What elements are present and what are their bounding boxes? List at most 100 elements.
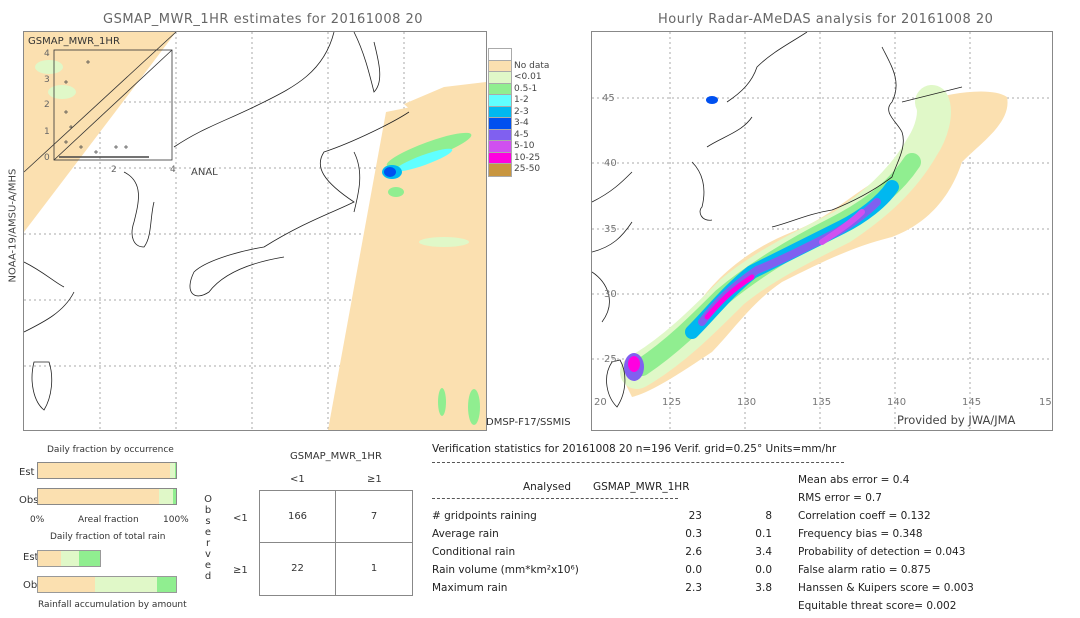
contingency-col-header-ge1: ≥1 (367, 474, 382, 485)
total-rain-title: Daily fraction of total rain (50, 532, 166, 542)
score-line: Equitable threat score= 0.002 (798, 600, 957, 612)
stats-row: Average rain 0.3 0.1 (432, 528, 772, 546)
stats-row-gsmap: 3.4 (755, 546, 772, 558)
side-label-char: b (204, 505, 212, 516)
rain-band-core (685, 180, 899, 339)
bar-segment (173, 489, 176, 504)
left-map-ylabel: NOAA-19/AMSU-A/MHS (7, 168, 19, 283)
contingency-side-label: Observed (203, 494, 213, 582)
lat-tick-40: 40 (604, 158, 617, 169)
left-map-panel: GSMAP_MWR_1HR 4 3 2 1 0 2 4 ANAL (23, 31, 487, 431)
lat-tick-25: 25 (604, 354, 617, 365)
inset-ytick-2: 2 (44, 100, 50, 110)
bar-segment (94, 577, 157, 592)
lat-tick-20: 20 (594, 397, 607, 408)
stats-row-analysed: 0.0 (685, 564, 702, 576)
legend-label: 1-2 (514, 95, 529, 105)
side-label-char: e (204, 527, 212, 538)
legend-label: 0.5-1 (514, 83, 538, 94)
lon-tick-150: 15 (1039, 397, 1052, 408)
occurrence-obs-bar (37, 488, 177, 505)
lon-tick-145: 145 (962, 397, 981, 408)
left-map-ylabel-wrap: NOAA-19/AMSU-A/MHS (3, 30, 21, 430)
sensor-label: DMSP-F17/SSMIS (486, 417, 571, 428)
score-line: False alarm ratio = 0.875 (798, 564, 931, 576)
legend-label: 10-25 (514, 152, 541, 163)
total-rain-est-bar (37, 550, 102, 567)
stats-col-gsmap: GSMAP_MWR_1HR (593, 481, 690, 493)
lon-tick-140: 140 (887, 397, 906, 408)
occurrence-est-bar (37, 462, 177, 479)
stats-row-label: Rain volume (mm*km²x10⁶) (432, 564, 579, 576)
legend-label: 2-3 (514, 106, 529, 117)
right-map-canvas: 45 40 35 30 25 20 125 130 135 140 145 15… (592, 32, 1052, 430)
score-line: Mean abs error = 0.4 (798, 474, 910, 486)
bar-segment (159, 489, 174, 504)
credit-label: Provided by JWA/JMA (897, 413, 1016, 427)
bar-segment (38, 463, 171, 478)
right-map-title: Hourly Radar-AMeDAS analysis for 2016100… (658, 12, 994, 27)
stats-table: # gridpoints raining 23 8 Average rain 0.3 0.… (432, 510, 772, 600)
stats-row-gsmap: 3.8 (755, 582, 772, 594)
side-label-char: e (204, 560, 212, 571)
stats-col-analysed: Analysed (523, 481, 571, 493)
total-rain-obs-bar (37, 576, 177, 593)
contingency-row-header-lt1: <1 (233, 513, 248, 524)
bar-segment (61, 551, 80, 566)
side-label-char: O (204, 494, 212, 505)
side-label-char: s (205, 516, 211, 527)
legend-label: 3-4 (514, 118, 529, 128)
lon-tick-125: 125 (662, 397, 681, 408)
score-line: RMS error = 0.7 (798, 492, 882, 504)
stats-row-analysed: 0.3 (685, 528, 702, 540)
stats-row: Rain volume (mm*km²x10⁶) 0.0 0.0 (432, 564, 772, 582)
legend-label: No data (514, 60, 550, 71)
stats-row-label: Maximum rain (432, 582, 508, 594)
stats-row-analysed: 2.3 (685, 582, 702, 594)
stats-row-gsmap: 0.1 (755, 528, 772, 540)
inset-ytick-0: 0 (44, 153, 50, 163)
occurrence-axis-right: 100% (163, 515, 189, 525)
lat-tick-45: 45 (602, 93, 615, 104)
contingency-cell-11: 1 (370, 563, 378, 574)
occurrence-title: Daily fraction by occurrence (47, 445, 174, 455)
inset-label: GSMAP_MWR_1HR (28, 36, 120, 47)
bar-segment (38, 489, 160, 504)
legend-label: 4-5 (514, 129, 529, 140)
inset-ytick-3: 3 (44, 75, 50, 85)
bar-segment (79, 551, 101, 566)
legend-label: <0.01 (514, 72, 542, 82)
lon-tick-130: 130 (737, 397, 756, 408)
legend-swatch (488, 163, 512, 177)
contingency-table: 166 7 22 1 (259, 490, 413, 596)
stats-row-label: # gridpoints raining (432, 510, 537, 522)
right-map-panel: 45 40 35 30 25 20 125 130 135 140 145 15… (591, 31, 1053, 431)
stats-row-label: Average rain (432, 528, 499, 540)
occurrence-obs-label: Obs (19, 495, 39, 506)
side-label-char: r (205, 538, 211, 549)
bar-segment (38, 577, 95, 592)
stats-header-divider (432, 462, 844, 463)
occurrence-axis-left: 0% (30, 515, 45, 525)
stats-header: Verification statistics for 20161008 20 … (432, 443, 837, 455)
stats-row-gsmap: 8 (765, 510, 772, 522)
score-line: Probability of detection = 0.043 (798, 546, 966, 558)
total-rain-footer: Rainfall accumulation by amount (38, 600, 187, 610)
stats-row-gsmap: 0.0 (755, 564, 772, 576)
contingency-row-header-ge1: ≥1 (233, 565, 248, 576)
inset-xlabel: ANAL (191, 167, 218, 178)
stats-scores: Mean abs error = 0.4 RMS error = 0.7 Corre… (798, 474, 1068, 618)
occurrence-axis-mid: Areal fraction (78, 515, 139, 525)
bar-segment (174, 463, 176, 478)
lat-tick-30: 30 (604, 289, 617, 300)
score-line: Hanssen & Kuipers score = 0.003 (798, 582, 974, 594)
stats-row: # gridpoints raining 23 8 (432, 510, 772, 528)
inset-ytick-1: 1 (44, 127, 50, 137)
bar-segment (156, 577, 176, 592)
inset-xtick-4: 4 (170, 165, 176, 175)
contingency-col-header-lt1: <1 (290, 474, 305, 485)
stats-row-analysed: 2.6 (685, 546, 702, 558)
bar-segment (38, 551, 62, 566)
score-line: Correlation coeff = 0.132 (798, 510, 931, 522)
left-map-canvas: GSMAP_MWR_1HR 4 3 2 1 0 2 4 ANAL (24, 32, 486, 430)
